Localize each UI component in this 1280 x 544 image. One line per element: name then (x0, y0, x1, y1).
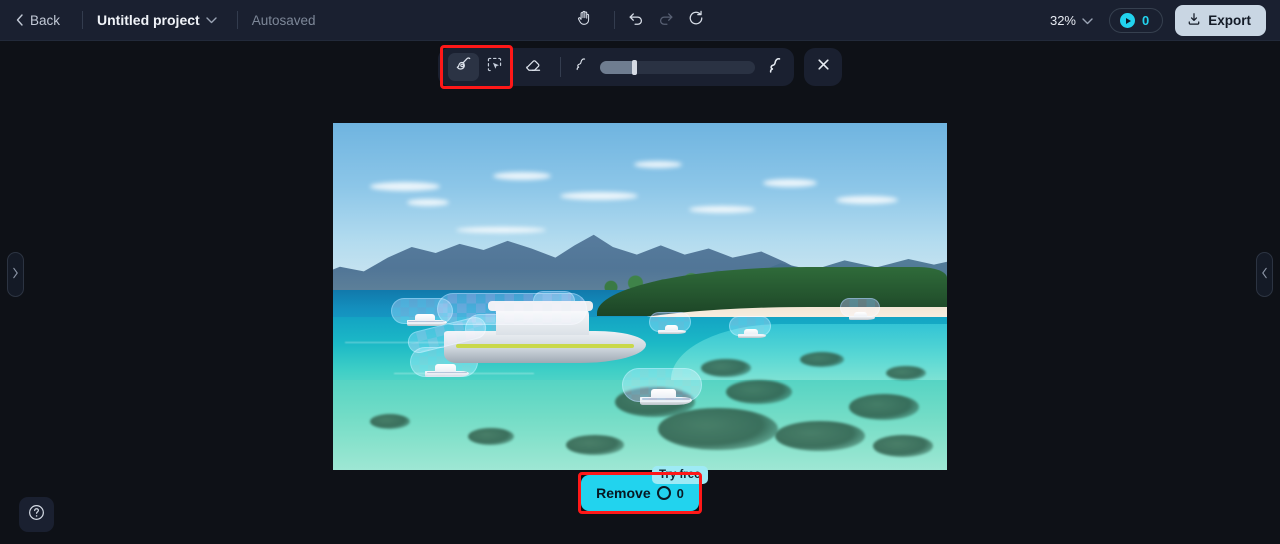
header-divider-2 (236, 11, 238, 29)
undo-button[interactable] (621, 5, 651, 35)
eraser-icon (524, 55, 543, 79)
chevron-left-icon (16, 14, 23, 26)
zoom-control[interactable]: 32% (1046, 10, 1097, 31)
selection-mask[interactable] (839, 298, 880, 318)
editing-toolbar (438, 45, 842, 89)
remove-action-area: Remove 0 Try free (578, 466, 708, 514)
coral-patch (848, 393, 919, 420)
chevron-left-icon (1261, 266, 1268, 284)
remove-credits-cost: 0 (676, 485, 684, 501)
refresh-icon (687, 9, 705, 32)
close-toolbar-button[interactable] (804, 48, 842, 86)
eraser-tool-button[interactable] (518, 53, 549, 81)
brush-tool-button[interactable] (448, 53, 479, 81)
zoom-level-label: 32% (1049, 13, 1076, 28)
header-divider-1 (82, 11, 84, 29)
coral-patch (701, 358, 752, 377)
slider-fill (600, 60, 635, 74)
toolbar-divider (560, 57, 561, 77)
editor-canvas-image[interactable] (333, 123, 947, 470)
cloud (836, 195, 899, 204)
undo-arrow-icon (627, 9, 645, 32)
redo-arrow-icon (657, 9, 675, 32)
cloud (762, 178, 817, 187)
credits-count: 0 (1142, 13, 1150, 28)
back-button[interactable]: Back (14, 9, 68, 32)
brush-size-control (572, 56, 784, 79)
header-left-group: Back Untitled project Autosaved (0, 7, 315, 33)
project-name[interactable]: Untitled project (97, 12, 200, 28)
hand-tool-button[interactable] (569, 5, 599, 35)
brush-icon (454, 55, 473, 79)
header-divider-3 (614, 11, 615, 29)
project-menu-button[interactable] (200, 7, 223, 33)
chevron-down-icon (1082, 13, 1093, 28)
question-mark-circle-icon (27, 503, 46, 527)
brush-size-small-icon[interactable] (572, 56, 589, 78)
back-label: Back (30, 12, 61, 28)
app-header: Back Untitled project Autosaved 32% 0 Ex… (0, 0, 1280, 41)
app-root: Back Untitled project Autosaved 32% 0 Ex… (0, 0, 1280, 544)
toolbar-panel (438, 45, 794, 89)
slider-handle[interactable] (632, 59, 638, 75)
close-x-icon (816, 57, 831, 77)
header-right-group: 32% 0 Export (1046, 0, 1266, 41)
cloud (492, 171, 551, 180)
left-panel-toggle[interactable] (7, 252, 24, 297)
coral-patch (885, 365, 926, 380)
hand-icon (576, 9, 593, 31)
cloud (369, 181, 440, 191)
coral-patch (658, 407, 779, 450)
chevron-right-icon (12, 266, 19, 284)
redo-button[interactable] (651, 5, 681, 35)
selection-mask[interactable] (621, 367, 702, 402)
coral-patch (799, 352, 844, 368)
brush-size-large-icon[interactable] (766, 56, 784, 79)
reset-button[interactable] (681, 5, 711, 35)
credits-badge[interactable]: 0 (1109, 8, 1164, 33)
export-button[interactable]: Export (1175, 5, 1266, 36)
remove-label: Remove (596, 485, 651, 501)
brush-size-slider[interactable] (600, 59, 755, 75)
export-label: Export (1208, 13, 1251, 28)
selection-mask[interactable] (649, 312, 692, 333)
autosaved-status: Autosaved (251, 12, 316, 28)
help-button[interactable] (19, 497, 54, 532)
download-icon (1187, 12, 1201, 29)
header-center-tools (569, 5, 711, 35)
try-free-badge[interactable]: Try free (652, 466, 708, 484)
credit-coin-icon (1120, 13, 1135, 28)
magic-select-icon (485, 55, 504, 79)
credit-coin-icon (656, 486, 671, 500)
selection-mask[interactable] (729, 315, 772, 336)
coral-patch (725, 379, 792, 404)
magic-select-tool-button[interactable] (479, 53, 510, 81)
right-panel-toggle[interactable] (1256, 252, 1273, 297)
chevron-down-icon (205, 11, 217, 29)
